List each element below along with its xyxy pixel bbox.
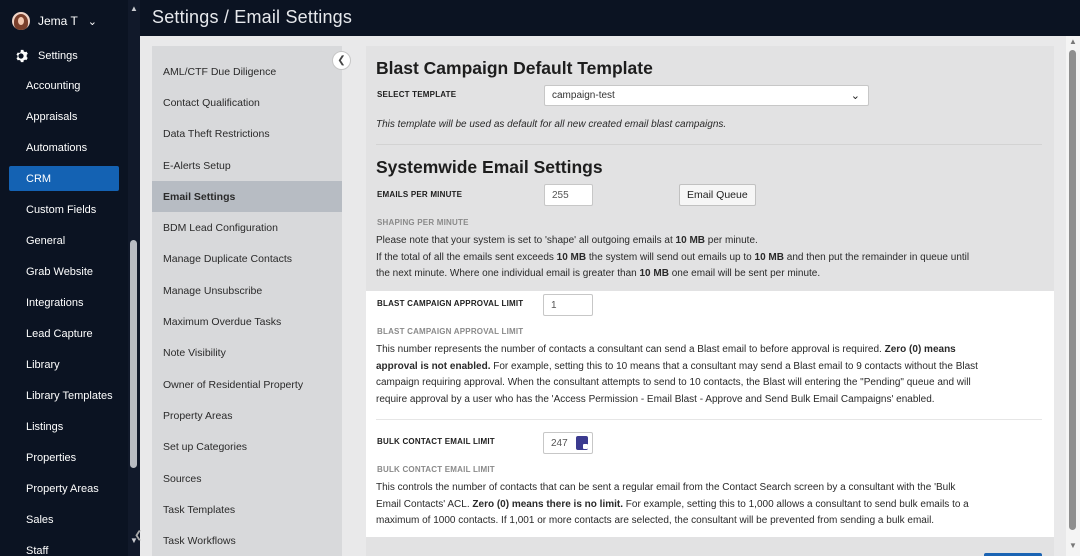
subnav-item-e-alerts-setup[interactable]: E-Alerts Setup	[152, 150, 342, 181]
sidebar-item-staff[interactable]: Staff	[0, 535, 140, 556]
shaping-label: SHAPING PER MINUTE	[377, 218, 469, 227]
bulk-limit-input[interactable]: 247	[543, 432, 593, 454]
subnav-item-task-templates[interactable]: Task Templates	[152, 494, 342, 525]
subnav-item-sources[interactable]: Sources	[152, 463, 342, 494]
subnav-item-aml-ctf-due-diligence[interactable]: AML/CTF Due Diligence	[152, 56, 342, 87]
sidebar-item-custom-fields[interactable]: Custom Fields	[0, 194, 140, 225]
subnav-item-owner-of-residential-property[interactable]: Owner of Residential Property	[152, 369, 342, 400]
main-nav: Jema T ⌄ Settings Accounting Appraisals Au…	[0, 0, 140, 556]
subnav-item-data-theft-restrictions[interactable]: Data Theft Restrictions	[152, 119, 342, 150]
approval-limit-label: BLAST CAMPAIGN APPROVAL LIMIT	[377, 299, 524, 308]
chevron-down-icon: ⌄	[850, 90, 860, 102]
shaping-text: Please note that your system is set to '…	[376, 235, 970, 279]
sidebar-item-automations[interactable]: Automations	[0, 132, 140, 163]
subnav-item-note-visibility[interactable]: Note Visibility	[152, 338, 342, 369]
divider	[376, 144, 1042, 145]
template-select-value: campaign-test	[552, 90, 615, 101]
subnav-item-set-up-categories[interactable]: Set up Categories	[152, 432, 342, 463]
page-scrollbar[interactable]: ▲ ▼	[1066, 36, 1080, 556]
sidebar-item-property-areas[interactable]: Property Areas	[0, 473, 140, 504]
template-select[interactable]: campaign-test ⌄	[544, 85, 869, 106]
select-template-label: SELECT TEMPLATE	[377, 90, 457, 99]
approval-limit-description: This number represents the number of con…	[376, 344, 978, 405]
email-queue-button[interactable]: Email Queue	[679, 184, 756, 206]
bulk-limit-value: 247	[551, 438, 568, 449]
page-header: Settings / Email Settings	[140, 0, 1080, 36]
settings-subnav: AML/CTF Due Diligence Contact Qualificati…	[152, 46, 342, 556]
emails-per-minute-input[interactable]: 255	[544, 184, 593, 206]
sidebar-item-accounting[interactable]: Accounting	[0, 70, 140, 101]
sidebar-item-grab-website[interactable]: Grab Website	[0, 256, 140, 287]
sidebar-item-integrations[interactable]: Integrations	[0, 287, 140, 318]
chevron-left-icon[interactable]: ❮	[134, 530, 146, 542]
scroll-down-icon[interactable]: ▼	[1069, 541, 1077, 550]
collapse-subnav-button[interactable]: ❮	[332, 51, 351, 70]
sidebar-item-library-templates[interactable]: Library Templates	[0, 380, 140, 411]
subnav-item-email-settings[interactable]: Email Settings	[152, 181, 342, 213]
page-scroll-thumb[interactable]	[1069, 50, 1076, 530]
sidebar-item-properties[interactable]: Properties	[0, 442, 140, 473]
subnav-item-contact-qualification[interactable]: Contact Qualification	[152, 87, 342, 118]
subnav-item-manage-duplicate-contacts[interactable]: Manage Duplicate Contacts	[152, 244, 342, 275]
sidebar-item-general[interactable]: General	[0, 225, 140, 256]
sidebar-item-library[interactable]: Library	[0, 349, 140, 380]
emails-per-minute-value: 255	[552, 190, 569, 201]
divider	[376, 419, 1042, 420]
gear-icon	[16, 49, 28, 63]
sidebar-item-lead-capture[interactable]: Lead Capture	[0, 318, 140, 349]
bulk-limit-label: BULK CONTACT EMAIL LIMIT	[377, 437, 495, 446]
subnav-item-bdm-lead-configuration[interactable]: BDM Lead Configuration	[152, 212, 342, 243]
bulk-limit-sublabel: BULK CONTACT EMAIL LIMIT	[377, 465, 495, 474]
approval-limit-value: 1	[551, 300, 557, 311]
page-title: Settings / Email Settings	[152, 7, 353, 27]
chevron-down-icon: ⌄	[87, 15, 98, 28]
emails-per-minute-label: EMAILS PER MINUTE	[377, 190, 463, 199]
password-manager-icon[interactable]	[576, 436, 588, 450]
main-content: Blast Campaign Default Template SELECT T…	[366, 46, 1054, 556]
blast-template-heading: Blast Campaign Default Template	[376, 58, 653, 78]
scroll-up-icon[interactable]: ▲	[1069, 37, 1077, 46]
subnav-item-manage-unsubscribe[interactable]: Manage Unsubscribe	[152, 275, 342, 306]
avatar	[12, 12, 30, 30]
sidebar-item-crm[interactable]: CRM	[9, 166, 119, 191]
nav-scrollbar[interactable]: ▲ ▼	[128, 0, 140, 556]
user-menu[interactable]: Jema T ⌄	[0, 0, 140, 42]
template-note: This template will be used as default fo…	[376, 119, 727, 130]
chevron-left-icon: ❮	[337, 55, 346, 66]
systemwide-heading: Systemwide Email Settings	[376, 157, 603, 177]
nav-section-label: Settings	[38, 50, 78, 62]
sidebar-item-listings[interactable]: Listings	[0, 411, 140, 442]
user-name: Jema T	[38, 14, 78, 28]
subnav-item-task-workflows[interactable]: Task Workflows	[152, 525, 342, 556]
bulk-limit-description: This controls the number of contacts tha…	[376, 482, 969, 526]
approval-limit-sublabel: BLAST CAMPAIGN APPROVAL LIMIT	[377, 327, 524, 336]
approval-limit-input[interactable]: 1	[543, 294, 593, 316]
nav-section-settings[interactable]: Settings	[0, 42, 140, 70]
sidebar-item-sales[interactable]: Sales	[0, 504, 140, 535]
subnav-item-property-areas[interactable]: Property Areas	[152, 400, 342, 431]
subnav-item-maximum-overdue-tasks[interactable]: Maximum Overdue Tasks	[152, 306, 342, 337]
sidebar-item-appraisals[interactable]: Appraisals	[0, 101, 140, 132]
nav-scroll-thumb[interactable]	[130, 240, 137, 468]
scroll-up-icon[interactable]: ▲	[130, 4, 138, 13]
